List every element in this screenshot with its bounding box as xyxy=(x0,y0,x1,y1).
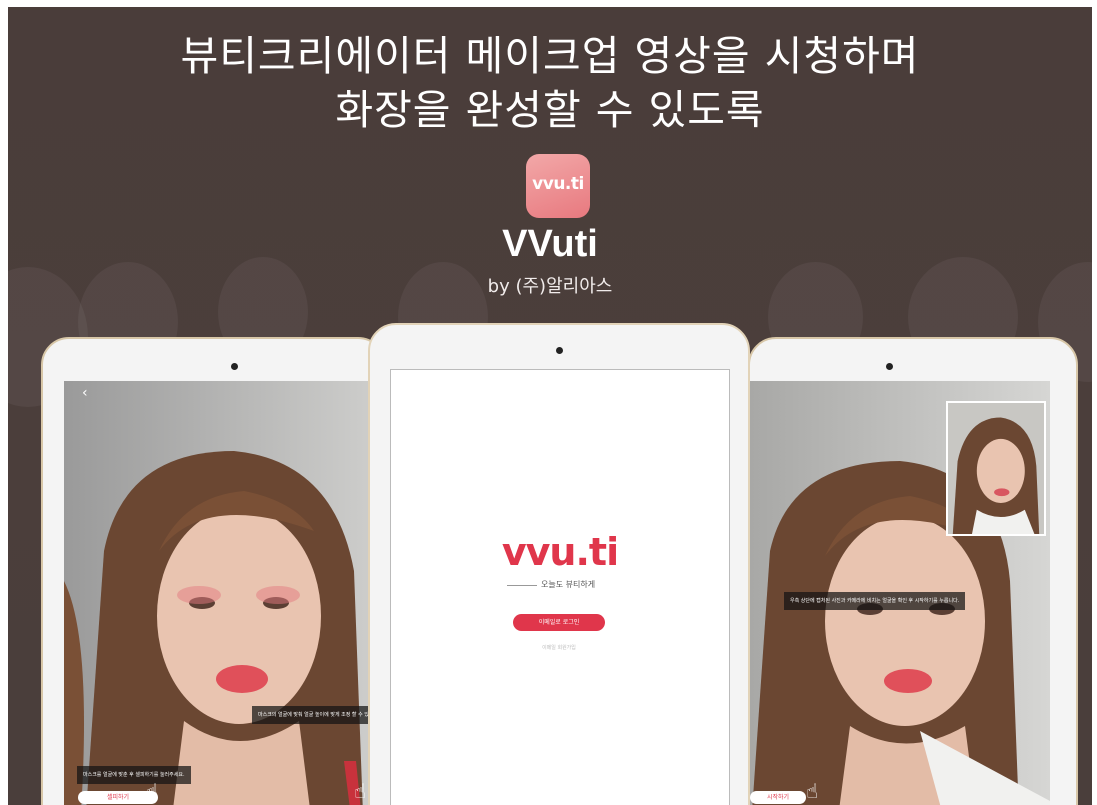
hand-pointer-icon: ☝ xyxy=(146,779,159,803)
caption-top: 마스크의 얼굴에 맞춰 얼굴 높이에 맞게 조정 할 수 있습니다. xyxy=(252,706,384,724)
hand-pointer-icon: ☝ xyxy=(354,779,367,803)
hand-pointer-icon: ☝ xyxy=(806,779,819,803)
vvuti-wordmark: vvu.ti xyxy=(501,530,619,574)
caption-bottom: 마스크를 얼굴에 맞춘 후 셀피하기를 눌러주세요. xyxy=(77,766,191,784)
headline-line-1: 뷰티크리에이터 메이크업 영상을 시청하며 xyxy=(180,32,920,80)
thumbnail-photo xyxy=(948,403,1044,534)
tablet-center: vvu.ti 오늘도 뷰티하게 이메일로 로그인 이메일 회원가입 xyxy=(368,323,750,805)
email-login-button[interactable]: 이메일로 로그인 xyxy=(513,614,605,631)
app-icon: vvu.ti xyxy=(526,154,590,218)
camera-icon xyxy=(231,363,238,370)
back-arrow-icon[interactable]: ‹ xyxy=(82,385,88,401)
captured-photo-thumbnail[interactable] xyxy=(946,401,1046,536)
tagline: 오늘도 뷰티하게 xyxy=(541,580,596,589)
camera-icon xyxy=(556,347,563,354)
camera-icon xyxy=(886,363,893,370)
email-signup-link[interactable]: 이메일 회원가입 xyxy=(509,644,609,651)
promo-banner: 뷰티크리에이터 메이크업 영상을 시청하며 화장을 완성할 수 있도록 vvu.… xyxy=(8,7,1092,805)
tablet-right: 우측 상단에 캡처된 사진과 카메라에 비치는 얼굴을 확인 후 시작하기를 누… xyxy=(748,337,1078,805)
app-name: VVuti xyxy=(502,223,598,265)
app-developer: by (주)알리아스 xyxy=(487,276,613,297)
headline-line-2: 화장을 완성할 수 있도록 xyxy=(335,86,765,134)
portrait-photo xyxy=(64,381,384,805)
tablet-left-screen: ‹ 마스크의 얼굴에 맞춰 얼굴 높이에 맞게 조정 할 수 있습니다. 마스크… xyxy=(64,381,384,805)
tagline-divider xyxy=(507,585,537,586)
tablet-left: ‹ 마스크의 얼굴에 맞춰 얼굴 높이에 맞게 조정 할 수 있습니다. 마스크… xyxy=(41,337,386,805)
start-button[interactable]: 시작하기 xyxy=(750,791,806,804)
tablet-right-screen: 우측 상단에 캡처된 사진과 카메라에 비치는 얼굴을 확인 후 시작하기를 누… xyxy=(750,381,1050,805)
login-screen: vvu.ti 오늘도 뷰티하게 이메일로 로그인 이메일 회원가입 xyxy=(390,369,730,805)
caption: 우측 상단에 캡처된 사진과 카메라에 비치는 얼굴을 확인 후 시작하기를 누… xyxy=(784,592,966,610)
app-icon-text: vvu.ti xyxy=(532,174,584,194)
